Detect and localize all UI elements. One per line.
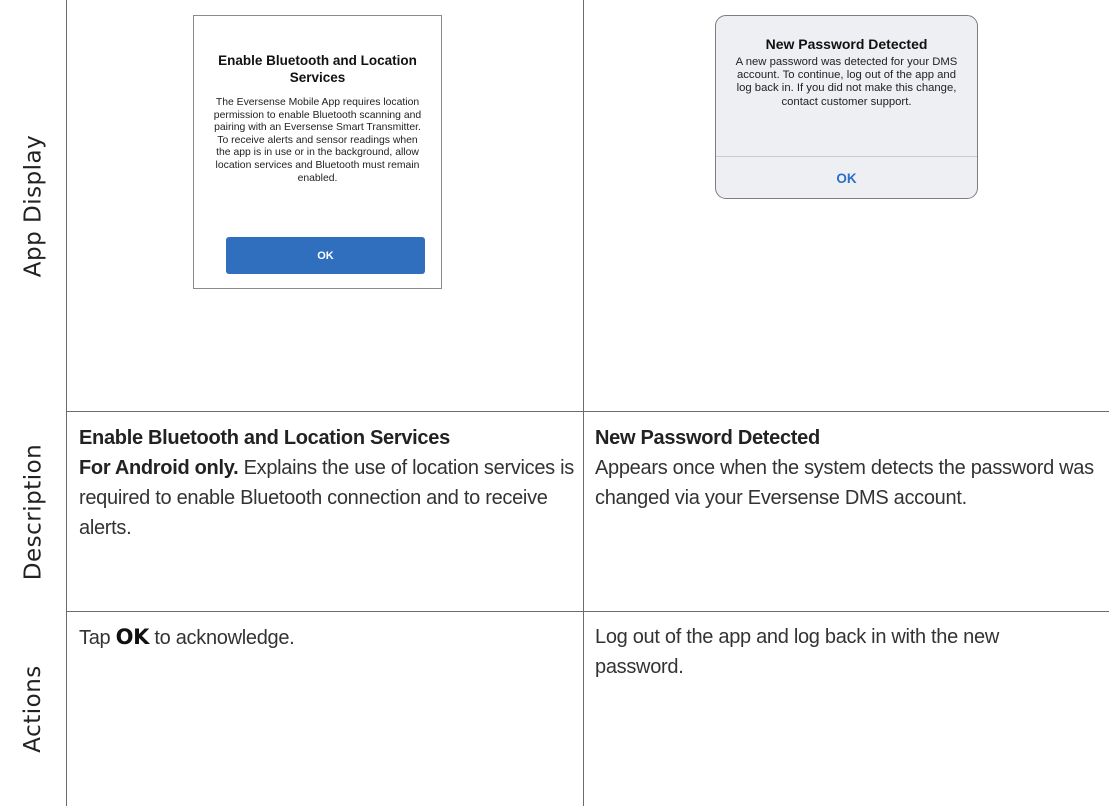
description-right-text: Appears once when the system detects the… — [595, 457, 1094, 509]
ios-dialog-title: New Password Detected — [765, 36, 928, 52]
android-bluetooth-dialog: Enable Bluetooth and Location Services T… — [193, 15, 442, 289]
description-left-heading: Enable Bluetooth and Location Services — [79, 427, 450, 449]
description-right: New Password Detected Appears once when … — [595, 423, 1100, 513]
actions-left-pre: Tap — [79, 627, 116, 649]
android-dialog-body: The Eversense Mobile App requires locati… — [213, 97, 422, 184]
description-left-lead: For Android only. — [79, 457, 239, 479]
row-label-description: Description — [0, 412, 66, 611]
actions-right-text: Log out of the app and log back in with … — [595, 626, 999, 678]
actions-right: Log out of the app and log back in with … — [595, 622, 1065, 682]
grid-line-vertical-left — [66, 0, 67, 806]
row-label-description-text: Description — [20, 443, 46, 580]
row-label-actions-text: Actions — [20, 665, 47, 753]
grid-line-vertical-middle — [583, 0, 584, 806]
row-label-actions: Actions — [0, 612, 66, 806]
actions-left-ok-key: OK — [115, 625, 150, 649]
row-label-app-display: App Display — [0, 0, 66, 411]
grid-line-horizontal-2 — [66, 611, 1109, 612]
actions-left: Tap OK to acknowledge. — [79, 622, 574, 653]
android-ok-button[interactable]: OK — [226, 237, 425, 274]
description-left-body: For Android only. Explains the use of lo… — [79, 453, 574, 543]
description-left: Enable Bluetooth and Location Services F… — [79, 423, 574, 543]
description-right-heading: New Password Detected — [595, 427, 820, 449]
grid-line-horizontal-1 — [66, 411, 1109, 412]
ios-ok-button[interactable]: OK — [716, 157, 977, 198]
ios-password-dialog: New Password Detected A new password was… — [715, 15, 978, 199]
actions-left-post: to acknowledge. — [149, 627, 295, 649]
ios-dialog-body: A new password was detected for your DMS… — [735, 56, 958, 108]
row-label-app-display-text: App Display — [20, 134, 46, 277]
android-dialog-title: Enable Bluetooth and Location Services — [218, 53, 417, 85]
